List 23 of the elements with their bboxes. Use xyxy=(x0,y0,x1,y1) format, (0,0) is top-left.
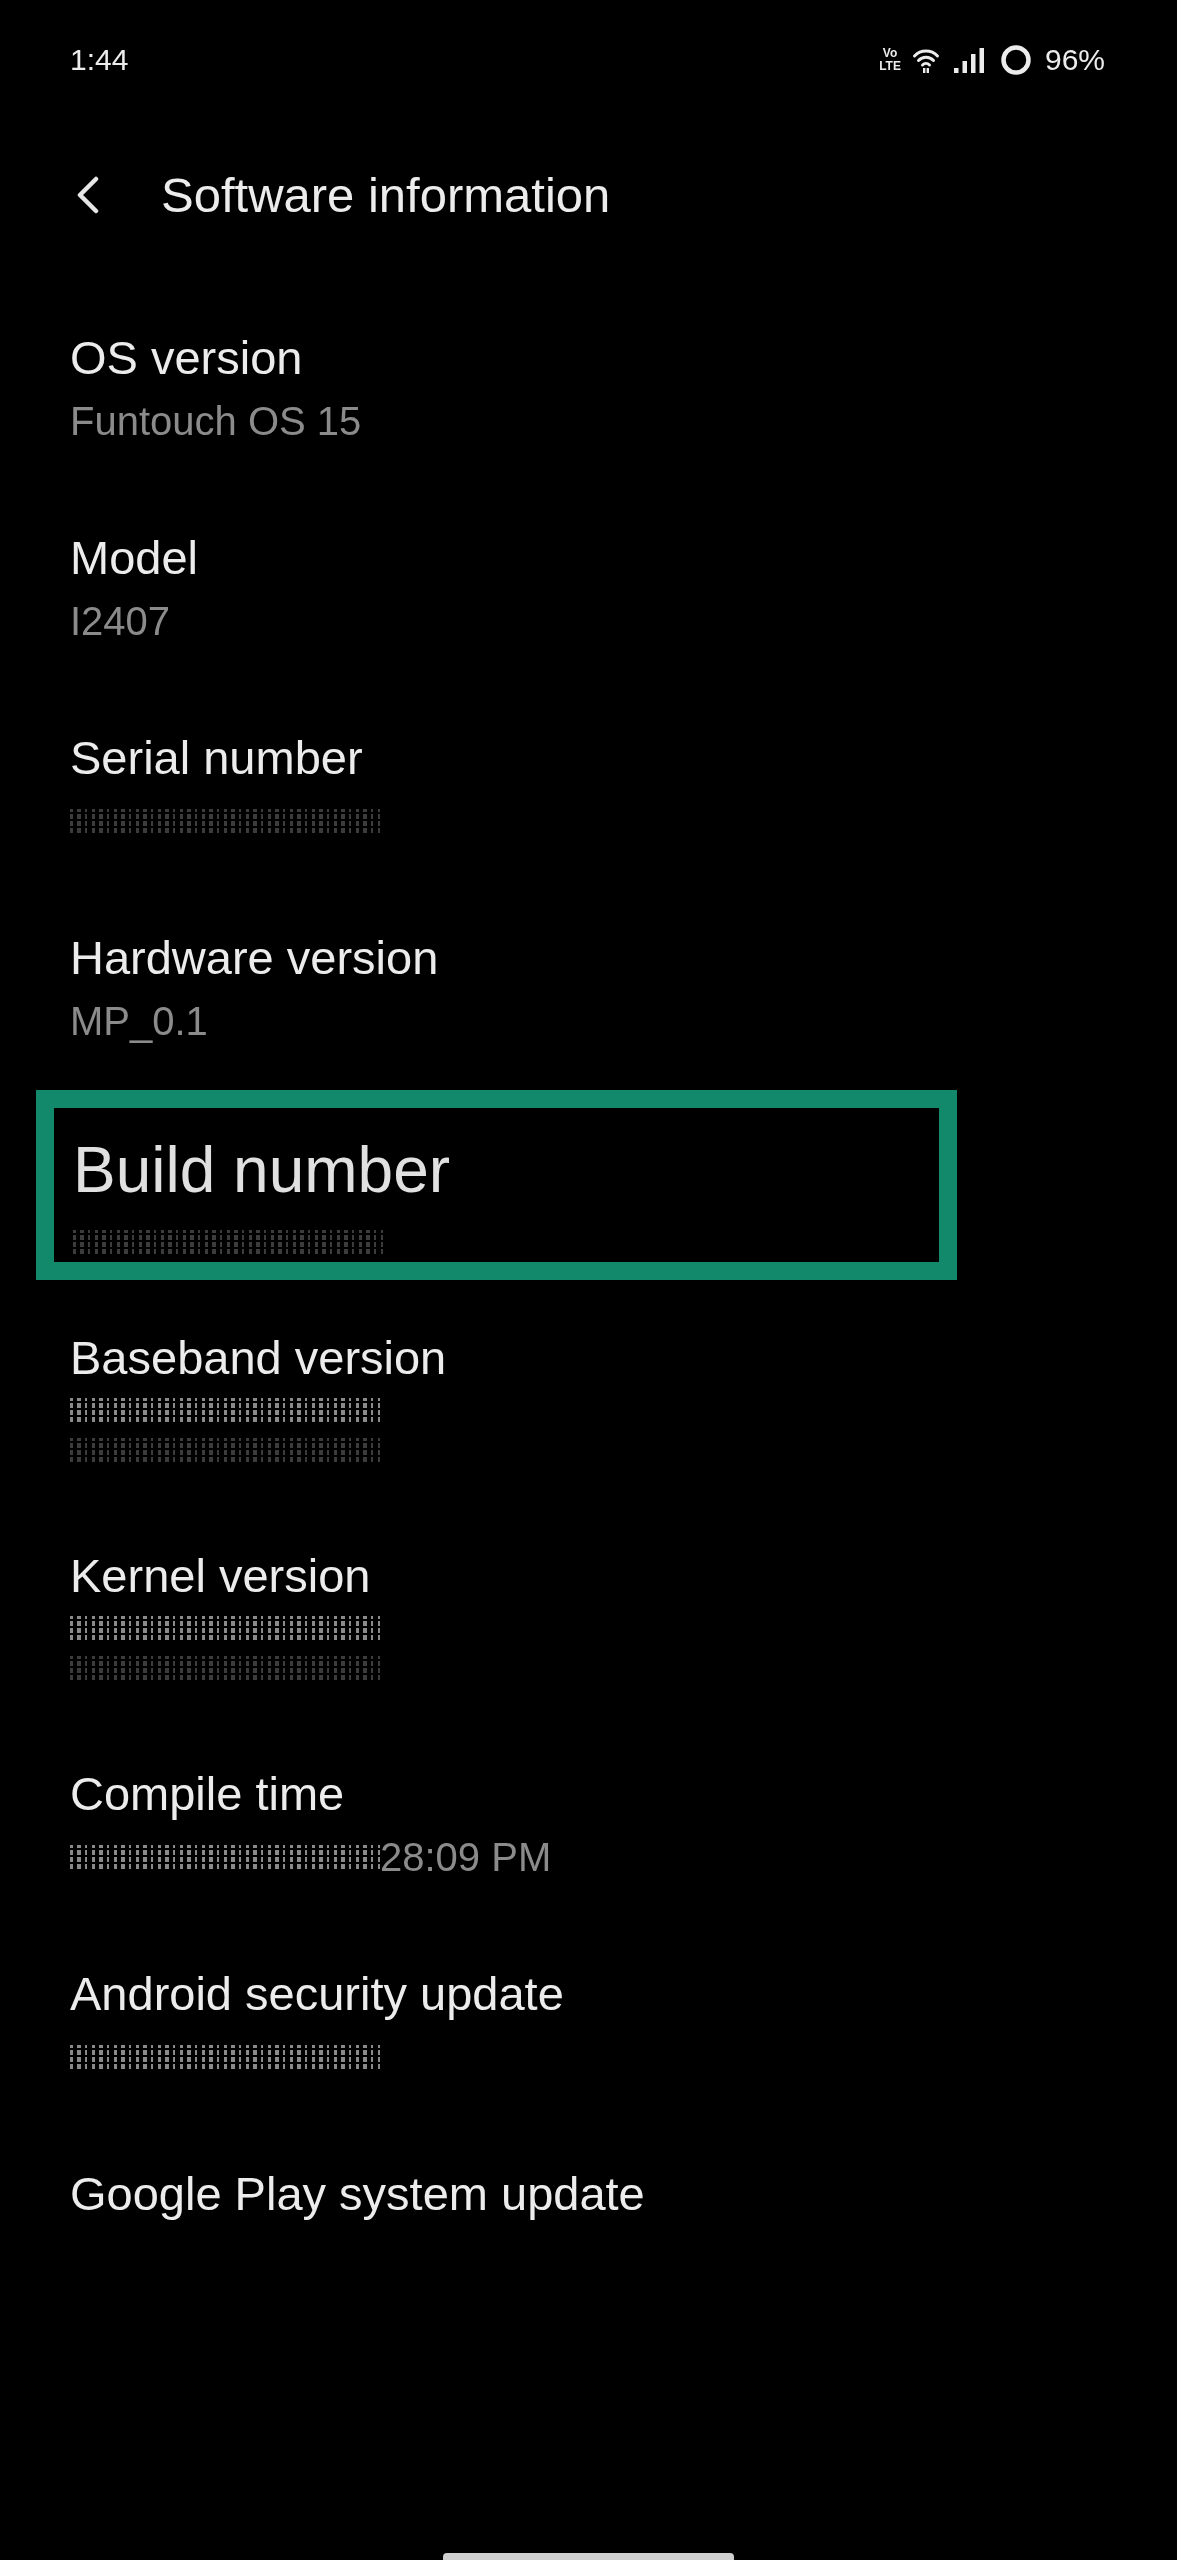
setting-label: Google Play system update xyxy=(70,2166,645,2222)
wifi-icon xyxy=(911,47,940,73)
signal-bars-icon xyxy=(953,47,984,73)
setting-label: Baseband version xyxy=(70,1330,447,1386)
setting-label: Hardware version xyxy=(70,930,439,986)
setting-label: Android security update xyxy=(70,1966,564,2022)
network-badge-text: LTE xyxy=(879,60,901,73)
page-title: Software information xyxy=(161,167,611,223)
setting-value: I2407 xyxy=(70,598,171,645)
setting-label: Serial number xyxy=(70,730,363,786)
battery-percent: 96% xyxy=(1044,43,1105,77)
clock-time: 1:44 xyxy=(70,43,129,77)
setting-label: Build number xyxy=(73,1133,451,1208)
setting-value: 28:09 PM xyxy=(380,1834,552,1881)
setting-label: Model xyxy=(70,530,198,586)
setting-value: MP_0.1 xyxy=(70,998,208,1045)
setting-label: Kernel version xyxy=(70,1548,371,1604)
setting-value: Funtouch OS 15 xyxy=(70,398,362,445)
setting-label: Compile time xyxy=(70,1766,345,1822)
battery-ring-icon xyxy=(1000,45,1031,75)
back-icon xyxy=(75,176,100,214)
network-badge-text: Vo xyxy=(882,47,898,60)
setting-label: OS version xyxy=(70,330,303,386)
